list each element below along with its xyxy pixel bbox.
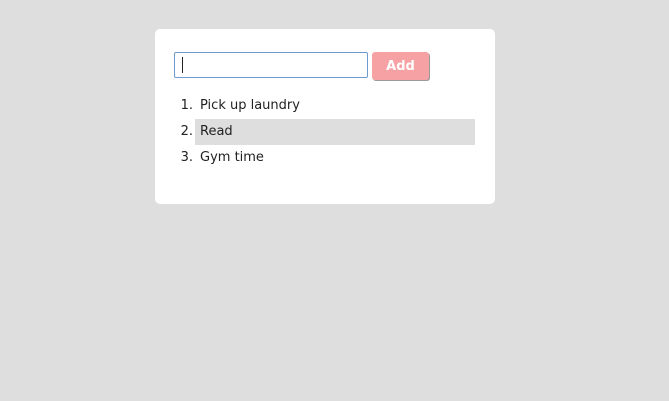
- list-item[interactable]: 3. Gym time: [175, 145, 475, 171]
- todo-card: Add 1. Pick up laundry 2. Read 3. Gym ti…: [155, 29, 495, 204]
- list-item-text: Gym time: [200, 150, 264, 165]
- list-item-text: Pick up laundry: [200, 98, 300, 113]
- add-button[interactable]: Add: [372, 52, 429, 80]
- list-item-number: 1.: [180, 98, 193, 113]
- list-item-number: 2.: [180, 124, 193, 139]
- list-item-number: 3.: [180, 150, 193, 165]
- list-item[interactable]: 1. Pick up laundry: [175, 93, 475, 119]
- list-item[interactable]: 2. Read: [175, 119, 475, 145]
- text-caret: [182, 57, 183, 73]
- todo-list: 1. Pick up laundry 2. Read 3. Gym time: [175, 93, 475, 171]
- list-item-text: Read: [195, 119, 475, 145]
- task-input[interactable]: [174, 52, 368, 78]
